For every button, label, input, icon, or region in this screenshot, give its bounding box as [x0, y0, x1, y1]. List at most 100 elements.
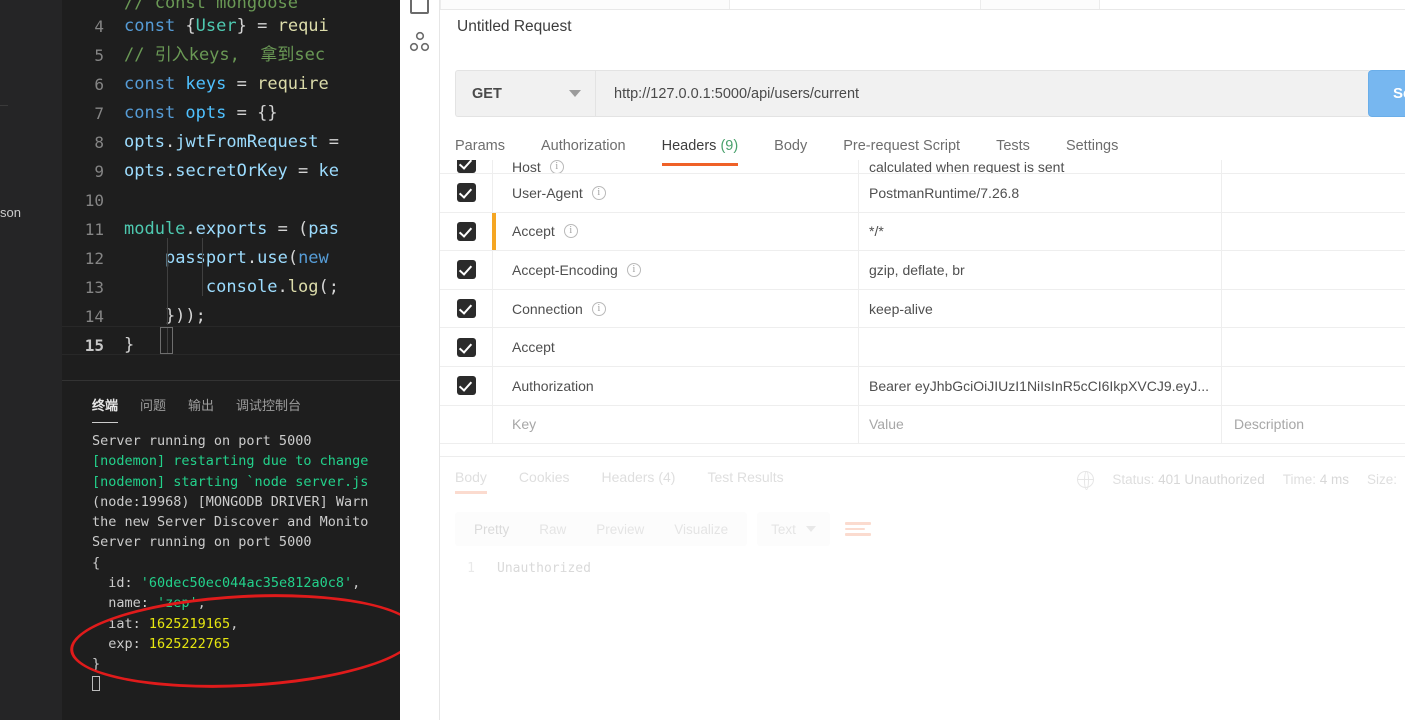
response-tab-body[interactable]: Body — [455, 469, 503, 494]
header-value-cell[interactable]: gzip, deflate, br — [858, 251, 1221, 289]
header-key-cell[interactable]: User-Agent i — [492, 174, 858, 212]
terminal-tab-3[interactable]: 调试控制台 — [236, 395, 301, 417]
header-key-cell[interactable]: Accept i — [492, 212, 858, 251]
header-description-cell[interactable] — [1221, 251, 1405, 289]
checkbox-icon[interactable] — [457, 415, 476, 434]
checkbox-icon[interactable] — [456, 337, 476, 357]
header-key-cell[interactable]: Accept-Encoding i — [492, 251, 858, 289]
row-checkbox-cell[interactable] — [440, 260, 492, 280]
row-checkbox-cell[interactable] — [440, 337, 492, 357]
header-key-text: Host — [512, 160, 541, 174]
info-icon[interactable]: i — [563, 224, 578, 239]
terminal-line: Server running on port 5000 — [92, 534, 312, 551]
line-number: 6 — [94, 75, 104, 94]
header-description-cell[interactable] — [1221, 160, 1405, 173]
view-mode-raw[interactable]: Raw — [524, 522, 581, 537]
row-checkbox-cell[interactable] — [440, 160, 492, 173]
header-value-cell[interactable]: keep-alive — [858, 289, 1221, 328]
terminal-tab-1[interactable]: 问题 — [140, 395, 166, 417]
response-tab-cookies[interactable]: Cookies — [503, 469, 586, 494]
info-icon[interactable]: i — [591, 301, 606, 316]
header-key-text: Authorization — [512, 377, 594, 394]
checkbox-icon[interactable] — [456, 376, 476, 396]
checkbox-icon[interactable] — [456, 260, 476, 280]
table-row[interactable]: Authorization Bearer eyJhbGciOiJIUzI1NiIs… — [440, 366, 1405, 406]
view-mode-preview[interactable]: Preview — [581, 522, 659, 537]
header-value-cell[interactable]: Bearer eyJhbGciOiJIUzI1NiIsInR5cCI6IkpXV… — [858, 366, 1221, 405]
vscode-explorer-sidebar[interactable]: son — [0, 0, 62, 720]
response-tabs: Body Cookies Headers (4) Test Results — [455, 469, 800, 494]
header-description-cell[interactable] — [1221, 328, 1405, 366]
header-value-cell[interactable]: PostmanRuntime/7.26.8 — [858, 174, 1221, 212]
terminal-tab-2[interactable]: 输出 — [188, 395, 214, 417]
header-value-cell[interactable]: */* — [858, 212, 1221, 251]
terminal-line: name: 'zep', — [92, 595, 206, 612]
http-method-select[interactable]: GET — [455, 70, 595, 117]
row-checkbox-cell[interactable] — [440, 221, 492, 241]
info-icon[interactable]: i — [591, 185, 606, 200]
row-checkbox-cell[interactable] — [440, 415, 492, 434]
row-checkbox-cell[interactable] — [440, 299, 492, 319]
header-key-cell[interactable]: Authorization — [492, 366, 858, 405]
header-description-cell[interactable] — [1221, 174, 1405, 212]
time-group: Time: 4 ms — [1283, 472, 1349, 487]
tab-stub[interactable] — [980, 0, 1100, 9]
table-row[interactable]: Accept — [440, 328, 1405, 367]
request-tab-label: Headers — [661, 138, 717, 154]
terminal-cursor — [92, 675, 100, 691]
code-line: // const mongoose — [62, 0, 440, 12]
table-row[interactable]: Accept-Encoding i gzip, deflate, br — [440, 251, 1405, 290]
code-text: passport.use(new — [164, 248, 329, 268]
header-value-cell[interactable] — [858, 328, 1221, 366]
status-group: Status: 401 Unauthorized — [1112, 472, 1264, 487]
terminal-line: the new Server Discover and Monito — [92, 514, 369, 531]
code-line: 7 const opts = {} — [62, 99, 440, 128]
tab-stub[interactable] — [440, 0, 730, 9]
response-tab-headers-4-[interactable]: Headers (4) — [586, 469, 692, 494]
explorer-file-label[interactable]: son — [0, 205, 62, 220]
header-description-cell[interactable] — [1221, 212, 1405, 251]
header-value-cell[interactable]: calculated when request is sent — [858, 160, 1221, 173]
terminal-line: exp: 1625222765 — [92, 635, 231, 652]
header-description-cell[interactable] — [1221, 366, 1405, 405]
view-mode-visualize[interactable]: Visualize — [659, 522, 743, 537]
table-row[interactable]: Connection i keep-alive — [440, 289, 1405, 329]
square-icon[interactable] — [410, 0, 429, 14]
terminal-line: { — [92, 554, 101, 571]
response-tab-test-results[interactable]: Test Results — [691, 469, 799, 494]
checkbox-icon[interactable] — [456, 221, 476, 241]
header-key-cell[interactable]: Connection i — [492, 289, 858, 328]
header-key-cell[interactable]: Host i — [492, 160, 858, 173]
code-editor[interactable]: // const mongoose 4 const {User} = requi 5… — [62, 0, 440, 380]
postman-tab-strip[interactable] — [440, 0, 1405, 10]
send-button[interactable]: Se — [1368, 70, 1405, 117]
vscode-activity-bar[interactable] — [400, 0, 440, 720]
extensions-icon[interactable] — [408, 30, 432, 54]
checkbox-icon[interactable] — [456, 160, 476, 173]
url-input[interactable]: http://127.0.0.1:5000/api/users/current — [595, 70, 1371, 117]
request-title[interactable]: Untitled Request — [457, 18, 572, 36]
terminal-panel[interactable]: 终端 问题 输出 调试控制台 Server running on port 5000 [… — [62, 380, 440, 720]
checkbox-icon[interactable] — [456, 299, 476, 319]
header-key-cell[interactable]: Accept — [492, 328, 858, 366]
description-placeholder-input[interactable]: Description — [1221, 405, 1405, 444]
row-checkbox-cell[interactable] — [440, 183, 492, 203]
info-icon[interactable]: i — [549, 160, 564, 173]
value-placeholder-input[interactable]: Value — [858, 405, 1221, 444]
header-description-cell[interactable] — [1221, 289, 1405, 328]
terminal-tab-0[interactable]: 终端 — [92, 395, 119, 423]
checkbox-icon[interactable] — [456, 183, 476, 203]
code-line: 10 — [62, 186, 440, 215]
key-placeholder-input[interactable]: Key — [492, 405, 858, 444]
terminal-line: iat: 1625219165, — [92, 615, 239, 632]
status-label: Status: — [1112, 472, 1155, 487]
view-mode-pretty[interactable]: Pretty — [459, 522, 524, 537]
table-row[interactable]: User-Agent i PostmanRuntime/7.26.8 — [440, 174, 1405, 213]
info-icon[interactable]: i — [626, 262, 641, 277]
format-select[interactable]: Text — [757, 512, 830, 546]
wrap-lines-button[interactable] — [842, 512, 878, 546]
table-row[interactable]: Host i calculated when request is sent — [440, 160, 1405, 174]
row-checkbox-cell[interactable] — [440, 376, 492, 396]
table-row-placeholder[interactable]: Key Value Description — [440, 405, 1405, 445]
table-row[interactable]: Accept i */* — [440, 212, 1405, 252]
